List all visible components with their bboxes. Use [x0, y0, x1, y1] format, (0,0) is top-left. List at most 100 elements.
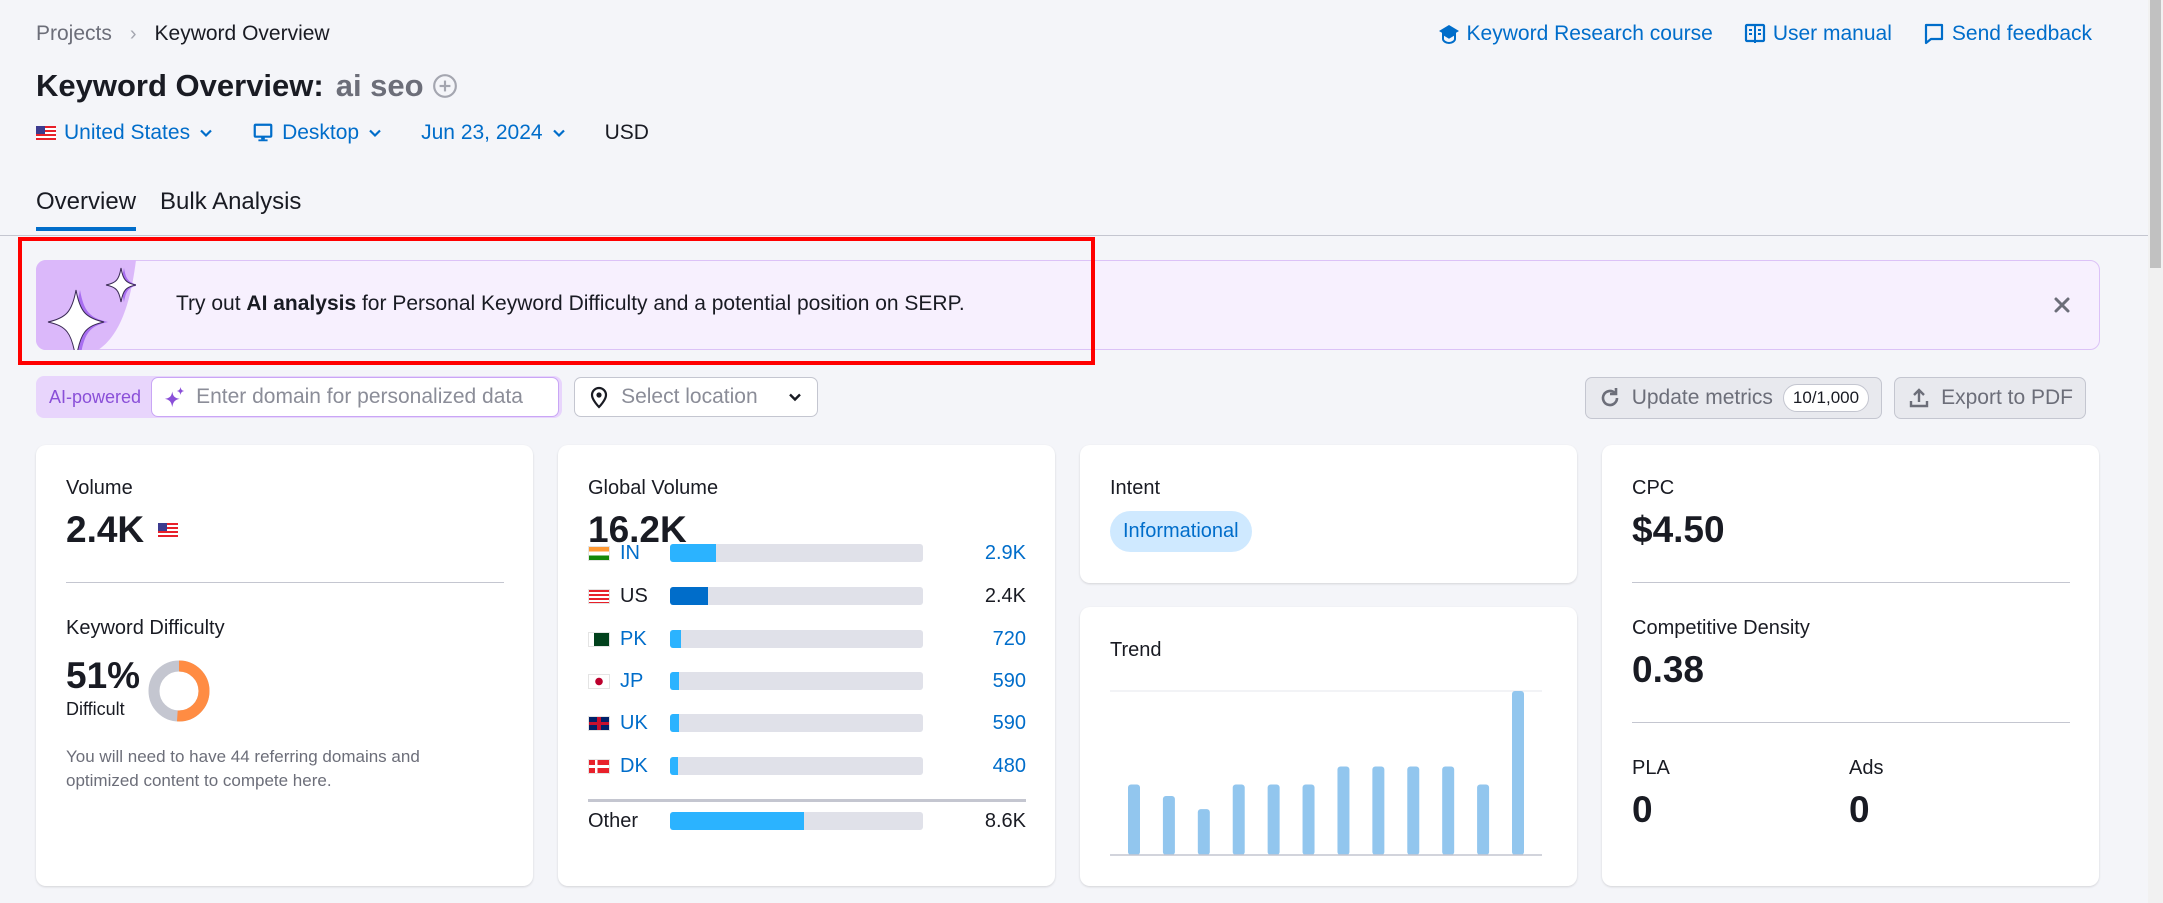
pk-flag-icon	[588, 631, 610, 647]
trend-bar[interactable]	[1337, 766, 1350, 855]
intent-badge[interactable]: Informational	[1110, 511, 1252, 552]
scrollbar-thumb[interactable]	[2150, 0, 2161, 268]
sparkle-icon	[164, 386, 185, 408]
country-code[interactable]: IN	[620, 542, 670, 565]
cpc-value: $4.50	[1632, 509, 1725, 550]
tabs-divider	[0, 235, 2148, 236]
user-manual-link[interactable]: User manual	[1743, 22, 1892, 46]
country-volume-value[interactable]: 590	[993, 670, 1026, 693]
ads-value: 0	[1849, 789, 1870, 830]
refresh-icon	[1601, 388, 1619, 407]
banner-text-end: for Personal Keyword Difficulty and a po…	[356, 292, 965, 315]
country-code[interactable]: UK	[620, 712, 670, 735]
trend-chart	[1110, 690, 1542, 856]
page-title: Keyword Overview: ai seo	[36, 68, 458, 104]
close-icon[interactable]	[2051, 294, 2073, 316]
global-volume-card: Global Volume 16.2K IN 2.9K US 2.4K PK 720 JP 5…	[558, 445, 1055, 886]
chevron-down-icon	[789, 393, 801, 402]
trend-bar[interactable]	[1407, 766, 1420, 855]
country-volume-value[interactable]: 590	[993, 712, 1026, 735]
trend-bar[interactable]	[1128, 784, 1140, 855]
user-manual-label: User manual	[1772, 22, 1892, 45]
country-code[interactable]: PK	[620, 628, 670, 651]
cpc-label: CPC	[1632, 477, 1675, 499]
intent-label: Intent	[1110, 477, 1161, 499]
country-volume-value[interactable]: 480	[993, 755, 1026, 778]
update-metrics-button[interactable]: Update metrics 10/1,000	[1584, 377, 1883, 419]
location-pin-icon	[590, 386, 608, 409]
country-volume-bar-fill	[670, 714, 680, 732]
export-pdf-button[interactable]: Export to PDF	[1894, 377, 2086, 419]
filters-bar: United States Desktop Jun 23, 2024 USD	[36, 121, 649, 145]
page-scrollbar[interactable]	[2148, 0, 2163, 903]
country-volume-bar	[670, 714, 923, 732]
trend-bar[interactable]	[1512, 691, 1524, 855]
country-volume-bar	[670, 672, 923, 690]
global-volume-label: Global Volume	[588, 477, 719, 499]
country-dropdown[interactable]: United States	[36, 121, 214, 145]
currency-label: USD	[604, 121, 649, 144]
banner-text-start: Try out	[176, 292, 247, 315]
country-volume-bar	[670, 757, 923, 775]
keyword-difficulty-label: Keyword Difficulty	[66, 617, 225, 639]
country-volume-bar	[670, 587, 923, 605]
trend-bar[interactable]	[1477, 784, 1490, 855]
export-pdf-label: Export to PDF	[1941, 386, 2073, 409]
country-row-dk: DK 480	[588, 754, 1026, 778]
trend-label: Trend	[1110, 639, 1162, 661]
breadcrumb-separator-icon: ›	[129, 22, 137, 45]
country-volume-bar-fill	[670, 672, 680, 690]
ai-personalization-row: AI-powered Enter domain for personalized…	[36, 376, 819, 418]
trend-bar[interactable]	[1232, 784, 1245, 855]
trend-bar[interactable]	[1442, 766, 1455, 855]
trend-bar[interactable]	[1197, 809, 1210, 855]
country-code[interactable]: JP	[620, 670, 670, 693]
domain-input[interactable]: Enter domain for personalized data	[151, 377, 560, 417]
message-icon	[1924, 23, 1943, 45]
tab-bulk-analysis[interactable]: Bulk Analysis	[160, 188, 301, 230]
update-metrics-label: Update metrics	[1631, 386, 1773, 409]
country-volume-value[interactable]: 2.9K	[985, 542, 1026, 565]
country-volume-value[interactable]: 720	[993, 628, 1026, 651]
trend-bar[interactable]	[1302, 784, 1315, 855]
breadcrumb-projects-link[interactable]: Projects	[36, 22, 112, 46]
country-row-jp: JP 590	[588, 669, 1026, 693]
country-volume-bar	[670, 630, 923, 648]
upload-icon	[1909, 388, 1929, 408]
cpc-card: CPC $4.50 Competitive Density 0.38 PLA 0…	[1602, 445, 2099, 886]
keyword-research-course-link[interactable]: Keyword Research course	[1437, 22, 1713, 46]
banner-ai-analysis-link[interactable]: AI analysis	[246, 292, 356, 315]
in-flag-icon	[588, 545, 610, 561]
trend-bar[interactable]	[1267, 784, 1280, 855]
trend-bar[interactable]	[1162, 795, 1175, 855]
page-title-keyword: ai seo	[335, 68, 424, 103]
dk-flag-icon	[588, 758, 610, 774]
keyword-overview-page: Projects › Keyword Overview Keyword Rese…	[0, 0, 2148, 903]
send-feedback-link[interactable]: Send feedback	[1922, 22, 2092, 46]
keyword-research-course-label: Keyword Research course	[1466, 22, 1713, 45]
chevron-down-icon	[552, 129, 565, 138]
send-feedback-label: Send feedback	[1951, 22, 2092, 45]
country-code[interactable]: DK	[620, 755, 670, 778]
competitive-density-value: 0.38	[1632, 649, 1705, 690]
other-volume-value: 8.6K	[984, 809, 1026, 832]
location-select[interactable]: Select location	[574, 377, 819, 417]
trend-bar[interactable]	[1372, 766, 1385, 855]
other-volume-bar	[670, 812, 923, 830]
us-flag-icon	[158, 523, 179, 537]
date-dropdown[interactable]: Jun 23, 2024	[421, 121, 566, 145]
add-to-list-icon[interactable]	[432, 73, 458, 99]
country-volume-bar-fill	[670, 757, 678, 775]
tabs: Overview Bulk Analysis	[36, 188, 301, 231]
device-dropdown[interactable]: Desktop	[252, 121, 383, 145]
keyword-difficulty-value: 51%	[66, 655, 141, 696]
kd-value-block: 51% Difficult	[66, 655, 140, 720]
country-row-uk: UK 590	[588, 711, 1026, 735]
jp-flag-icon	[588, 673, 610, 689]
page-title-text: Keyword Overview:	[36, 68, 324, 103]
keyword-difficulty-level: Difficult	[66, 699, 125, 719]
update-metrics-counter: 10/1,000	[1782, 384, 1870, 412]
graduation-cap-icon	[1438, 25, 1459, 45]
volume-label: Volume	[66, 477, 133, 499]
tab-overview[interactable]: Overview	[36, 188, 137, 231]
